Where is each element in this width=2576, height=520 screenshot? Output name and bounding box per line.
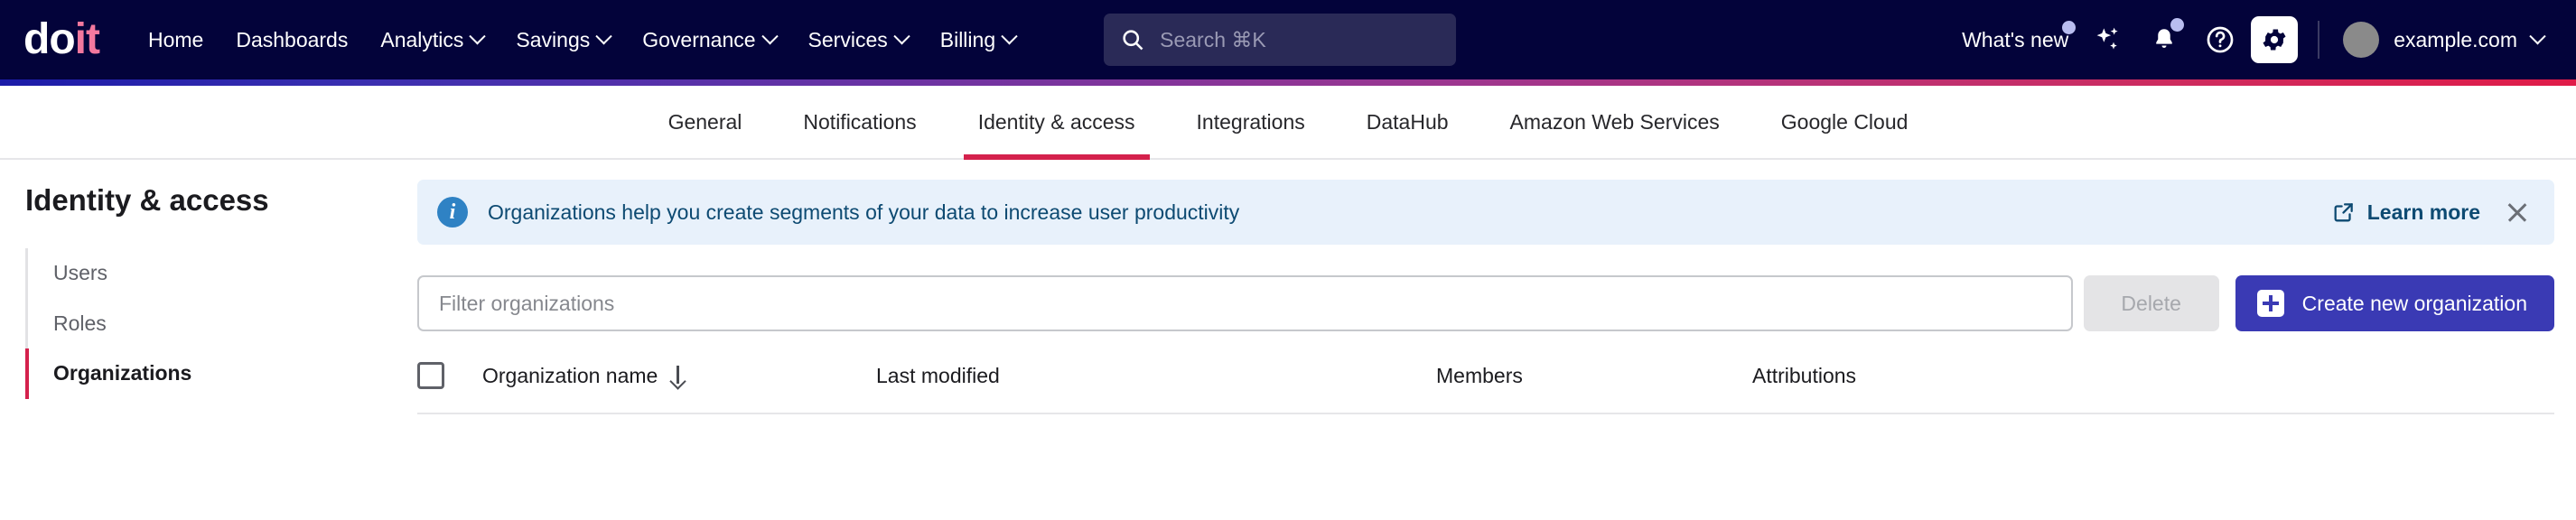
page-title: Identity & access	[25, 183, 269, 217]
notifications-badge-dot	[2170, 18, 2185, 32]
nav-item-services-label: Services	[807, 27, 888, 51]
global-search-input[interactable]: Search ⌘K	[1104, 14, 1457, 66]
settings-button[interactable]	[2251, 16, 2299, 63]
sidebar-item-users[interactable]: Users	[28, 248, 417, 299]
filter-placeholder: Filter organizations	[439, 291, 615, 315]
account-name: example.com	[2394, 27, 2517, 51]
column-header-last-modified-label: Last modified	[876, 363, 1000, 387]
organizations-table-header: Organization name Last modified Members …	[417, 362, 2554, 414]
main-content: i Organizations help you create segments…	[417, 160, 2576, 520]
logo-text-do: do	[23, 15, 76, 63]
brand-gradient-rule	[0, 79, 2576, 86]
column-header-members-label: Members	[1436, 363, 1523, 387]
sidebar-item-organizations[interactable]: Organizations	[25, 348, 417, 399]
tab-integrations[interactable]: Integrations	[1166, 86, 1336, 158]
page-body: Identity & access Users Roles Organizati…	[0, 160, 2576, 520]
settings-tab-bar: General Notifications Identity & access …	[0, 86, 2576, 160]
identity-sidebar: Identity & access Users Roles Organizati…	[0, 160, 417, 520]
whats-new-label: What's new	[1962, 27, 2069, 51]
info-banner-message: Organizations help you create segments o…	[488, 200, 1240, 224]
tab-general-label: General	[667, 109, 742, 134]
column-header-members[interactable]: Members	[1436, 364, 1752, 388]
sidebar-item-users-label: Users	[53, 261, 108, 284]
chevron-down-icon	[595, 27, 612, 44]
create-new-organization-label: Create new organization	[2301, 291, 2527, 315]
avatar	[2343, 22, 2380, 58]
column-header-organization-name-label: Organization name	[482, 363, 658, 387]
help-button[interactable]	[2195, 14, 2245, 65]
close-icon[interactable]	[2504, 199, 2531, 226]
info-icon: i	[437, 197, 468, 228]
search-placeholder: Search ⌘K	[1160, 27, 1266, 51]
tab-datahub-label: DataHub	[1366, 109, 1449, 134]
chevron-down-icon	[2529, 27, 2546, 44]
nav-item-analytics-label: Analytics	[380, 27, 464, 51]
tab-amazon-web-services-label: Amazon Web Services	[1509, 109, 1720, 134]
search-icon	[1120, 27, 1145, 52]
sort-descending-icon	[670, 366, 685, 385]
info-banner-actions: Learn more	[2332, 199, 2531, 226]
tab-notifications-label: Notifications	[803, 109, 917, 134]
primary-nav: Home Dashboards Analytics Savings Govern…	[132, 21, 1031, 60]
notifications-button[interactable]	[2139, 14, 2189, 65]
chevron-down-icon	[1001, 27, 1018, 44]
nav-item-home-label: Home	[147, 27, 204, 51]
column-header-attributions-label: Attributions	[1752, 363, 1857, 387]
column-header-attributions[interactable]: Attributions	[1752, 364, 2554, 388]
nav-item-services[interactable]: Services	[792, 21, 924, 60]
tab-identity-and-access-label: Identity & access	[977, 109, 1135, 134]
learn-more-label: Learn more	[2366, 200, 2480, 224]
chevron-down-icon	[761, 27, 779, 44]
sidebar-item-organizations-label: Organizations	[53, 361, 192, 385]
chevron-down-icon	[893, 27, 910, 44]
sidebar-item-roles[interactable]: Roles	[28, 299, 417, 349]
nav-item-savings-label: Savings	[516, 27, 591, 51]
delete-button[interactable]: Delete	[2083, 275, 2219, 331]
organizations-toolbar: Filter organizations Delete Create new o…	[417, 275, 2554, 331]
logo-text-it: it	[74, 15, 100, 63]
nav-item-savings[interactable]: Savings	[499, 21, 626, 60]
nav-item-analytics[interactable]: Analytics	[364, 21, 499, 60]
whats-new-badge-dot	[2062, 20, 2077, 34]
learn-more-link[interactable]: Learn more	[2332, 200, 2480, 225]
tab-datahub[interactable]: DataHub	[1336, 86, 1479, 158]
create-new-organization-button[interactable]: Create new organization	[2235, 275, 2554, 331]
topbar-right-cluster: What's new example.com	[1949, 14, 2549, 65]
account-menu[interactable]: example.com	[2338, 18, 2549, 61]
nav-item-dashboards[interactable]: Dashboards	[219, 21, 364, 60]
tab-general[interactable]: General	[638, 86, 773, 158]
tab-notifications[interactable]: Notifications	[772, 86, 947, 158]
whats-new-button[interactable]: What's new	[1949, 20, 2077, 58]
sidebar-item-roles-label: Roles	[53, 311, 107, 335]
nav-item-home[interactable]: Home	[132, 21, 219, 60]
sparkle-icon-button[interactable]	[2083, 14, 2133, 65]
tab-amazon-web-services[interactable]: Amazon Web Services	[1479, 86, 1750, 158]
nav-item-billing-label: Billing	[939, 27, 996, 51]
doit-logo[interactable]: do it	[23, 15, 100, 63]
column-header-last-modified[interactable]: Last modified	[876, 364, 1436, 388]
top-navigation-bar: do it Home Dashboards Analytics Savings …	[0, 0, 2576, 79]
nav-item-dashboards-label: Dashboards	[236, 27, 349, 51]
select-all-checkbox[interactable]	[417, 362, 444, 389]
sidebar-nav: Users Roles Organizations	[25, 248, 417, 399]
column-header-organization-name[interactable]: Organization name	[482, 364, 876, 388]
select-all-cell	[417, 362, 482, 389]
nav-item-billing[interactable]: Billing	[924, 21, 1031, 60]
nav-item-governance[interactable]: Governance	[626, 21, 791, 60]
tab-google-cloud-label: Google Cloud	[1780, 109, 1909, 134]
external-link-icon	[2332, 200, 2356, 224]
tab-google-cloud[interactable]: Google Cloud	[1750, 86, 1939, 158]
plus-icon	[2256, 290, 2284, 317]
help-circle-icon	[2205, 24, 2235, 55]
tab-identity-and-access[interactable]: Identity & access	[947, 86, 1166, 160]
chevron-down-icon	[469, 27, 487, 44]
sparkle-icon	[2094, 25, 2123, 54]
info-banner: i Organizations help you create segments…	[417, 180, 2554, 245]
topbar-divider	[2318, 21, 2320, 59]
filter-organizations-input[interactable]: Filter organizations	[417, 275, 2073, 331]
gear-icon	[2260, 25, 2289, 54]
tab-integrations-label: Integrations	[1196, 109, 1305, 134]
nav-item-governance-label: Governance	[642, 27, 756, 51]
